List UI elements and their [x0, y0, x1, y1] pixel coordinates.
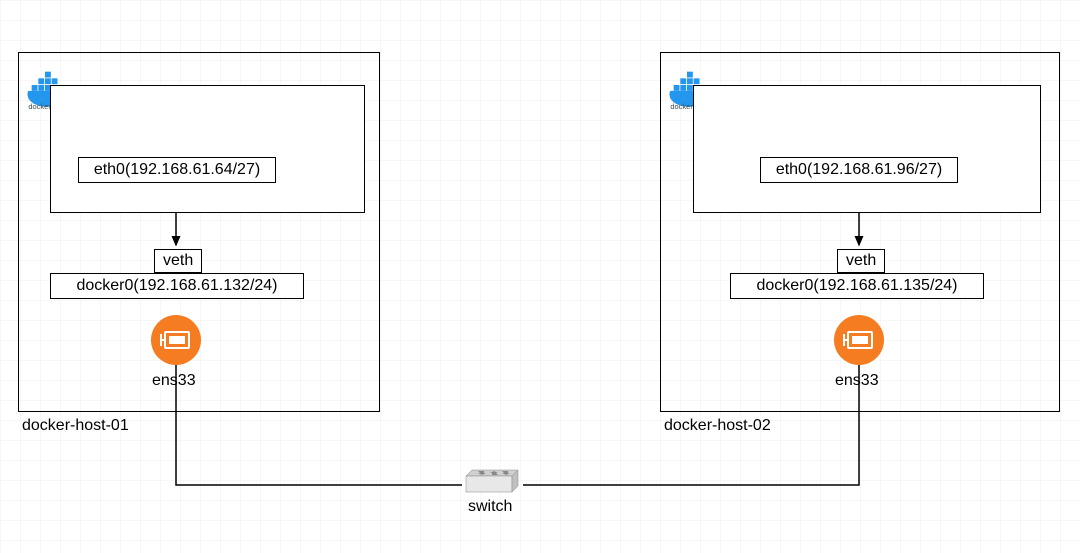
veth-box-1: veth — [154, 249, 202, 273]
host-label-1: docker-host-01 — [22, 417, 129, 435]
docker0-box-1: docker0(192.168.61.132/24) — [50, 273, 304, 299]
eth0-box-1: eth0(192.168.61.64/27) — [78, 157, 276, 183]
switch-icon — [462, 468, 522, 496]
docker0-box-2: docker0(192.168.61.135/24) — [730, 273, 984, 299]
ens-label-1: ens33 — [152, 372, 196, 390]
docker-brand-text: docker — [28, 102, 51, 110]
host-label-2: docker-host-02 — [664, 417, 771, 435]
container-box-1 — [50, 85, 365, 213]
nic-icon — [151, 315, 201, 365]
nic-icon — [834, 315, 884, 365]
ens-label-2: ens33 — [835, 372, 879, 390]
container-box-2 — [693, 85, 1041, 213]
switch-label: switch — [468, 498, 512, 516]
veth-box-2: veth — [837, 249, 885, 273]
docker-brand-text: docker — [670, 102, 693, 110]
eth0-box-2: eth0(192.168.61.96/27) — [760, 157, 958, 183]
